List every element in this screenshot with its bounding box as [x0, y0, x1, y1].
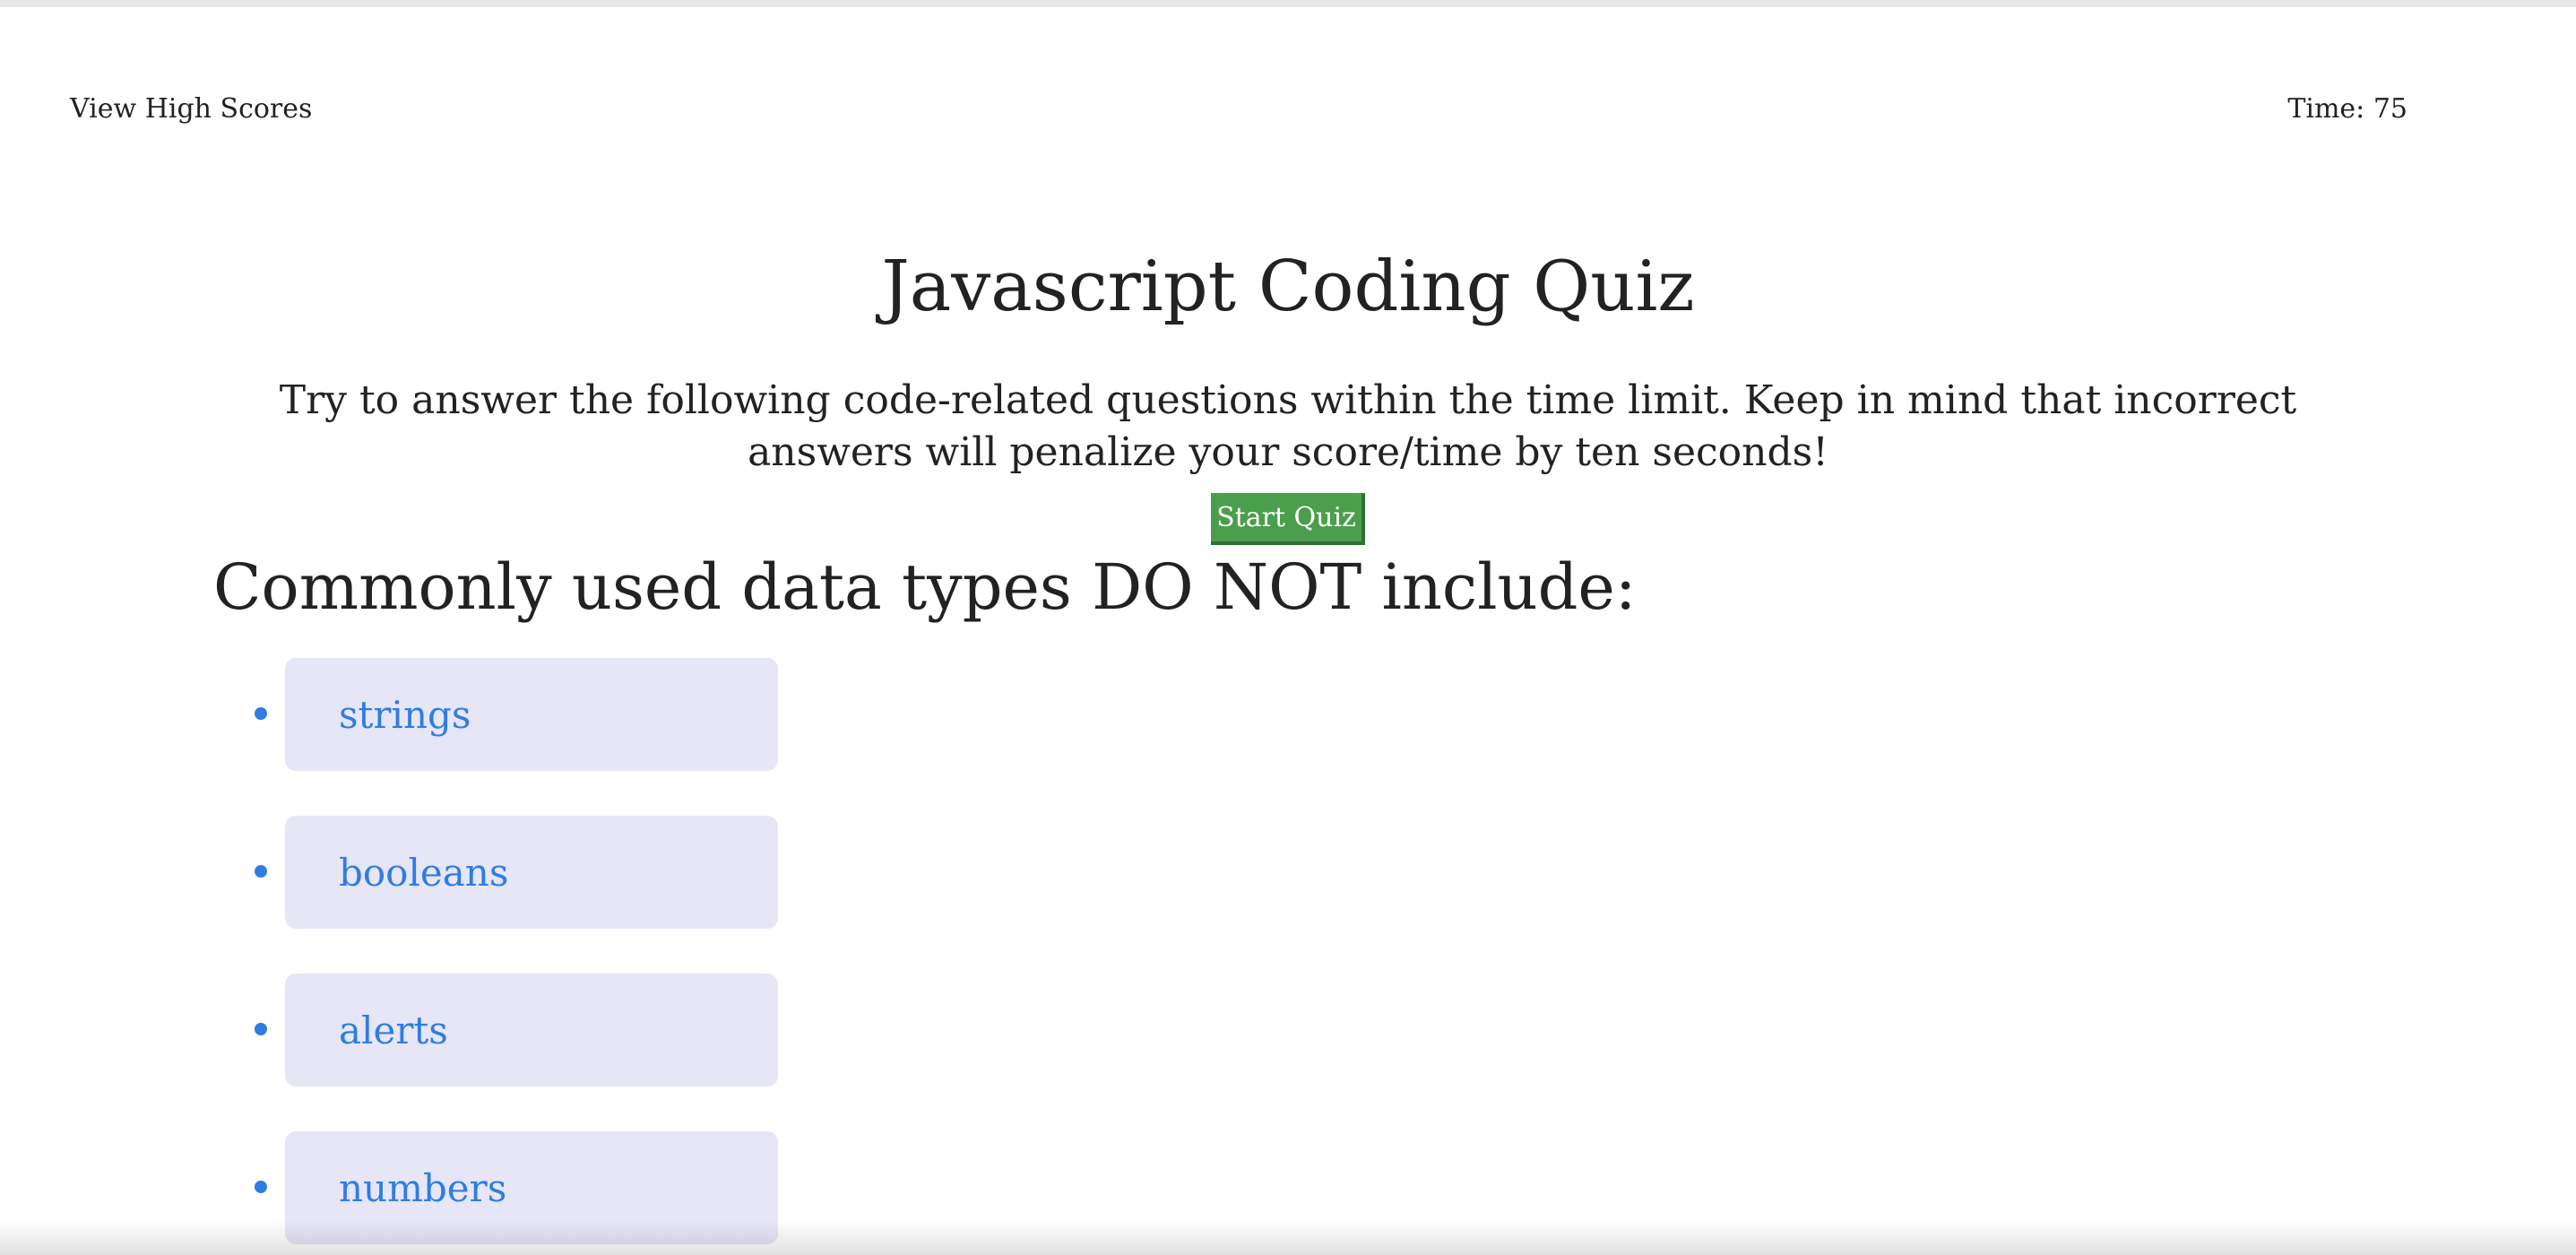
- question-text: Commonly used data types DO NOT include:: [213, 550, 1637, 624]
- start-quiz-button[interactable]: Start Quiz: [1211, 493, 1365, 545]
- bullet-icon: [255, 865, 267, 878]
- answer-button-alerts[interactable]: alerts: [285, 974, 778, 1086]
- page-title: Javascript Coding Quiz: [881, 247, 1695, 327]
- answer-button-numbers[interactable]: numbers: [285, 1131, 778, 1244]
- quiz-page: View High Scores Time: 75 Javascript Cod…: [0, 0, 2576, 1255]
- answer-button-booleans[interactable]: booleans: [285, 816, 778, 929]
- bullet-icon: [255, 1181, 267, 1193]
- quiz-instructions: Try to answer the following code-related…: [279, 377, 2297, 475]
- timer-display: Time: 75: [2287, 93, 2407, 125]
- bullet-icon: [255, 1023, 267, 1035]
- bullet-icon: [255, 707, 267, 720]
- answer-button-strings[interactable]: strings: [285, 658, 778, 771]
- header: View High Scores Time: 75: [0, 84, 2576, 138]
- view-high-scores-link[interactable]: View High Scores: [70, 93, 312, 125]
